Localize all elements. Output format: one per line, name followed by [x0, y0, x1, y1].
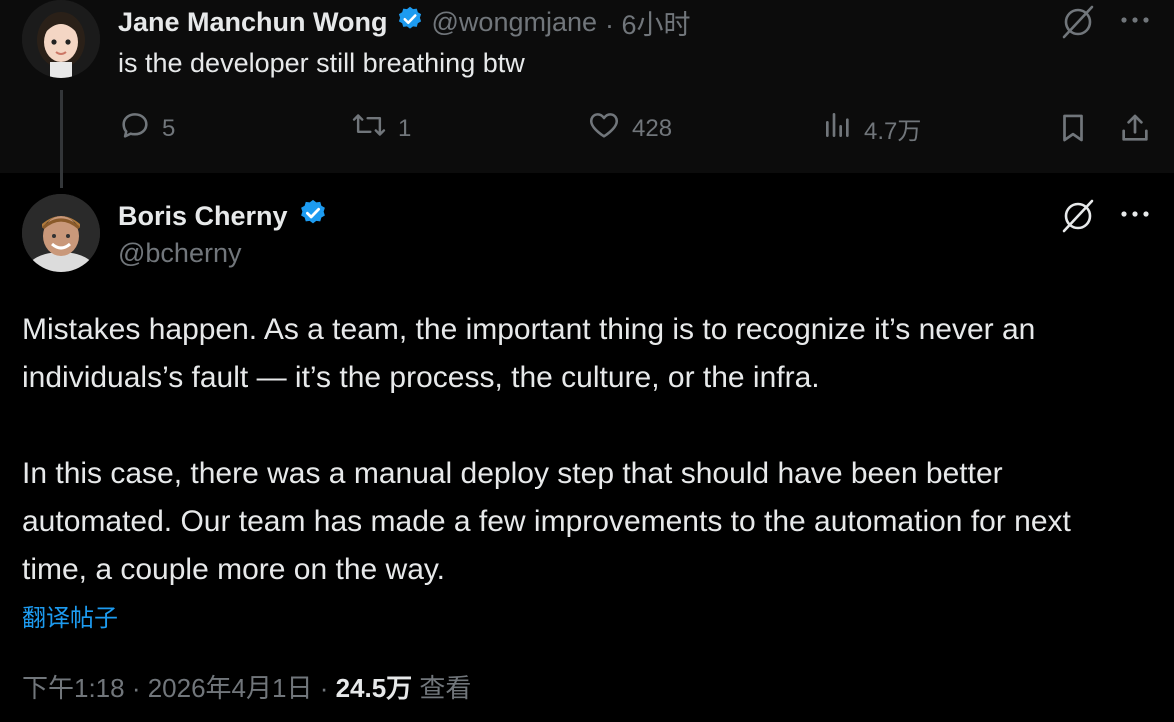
more-icon[interactable] [1118, 202, 1152, 231]
main-tweet-text: Mistakes happen. As a team, the importan… [22, 306, 1142, 594]
main-header: Boris Cherny [118, 198, 328, 235]
translate-post-link[interactable]: 翻译帖子 [22, 598, 118, 633]
parent-author-name[interactable]: Jane Manchun Wong [118, 7, 388, 38]
tweet-paragraph: Mistakes happen. As a team, the importan… [22, 313, 1036, 394]
like-button[interactable]: 428 [586, 108, 672, 149]
reply-icon [118, 108, 152, 149]
retweet-button[interactable]: 1 [350, 108, 411, 149]
views-count: 4.7万 [864, 118, 922, 145]
views-label: 查看 [412, 673, 472, 703]
parent-action-bar: 5 1 428 4.7万 [0, 108, 1174, 152]
bookmark-icon[interactable] [1056, 110, 1090, 151]
verified-badge-icon [298, 198, 328, 235]
grok-icon[interactable] [1058, 4, 1098, 45]
retweet-count: 1 [398, 114, 412, 142]
tweet-meta: 下午1:18 · 2026年4月1日 · 24.5万 查看 [22, 668, 471, 705]
avatar-jane[interactable] [22, 0, 100, 78]
parent-tweet-text: is the developer still breathing btw [118, 48, 525, 78]
more-icon[interactable] [1118, 8, 1152, 37]
share-icon[interactable] [1118, 110, 1152, 151]
tweet-paragraph: In this case, there was a manual deploy … [22, 457, 1071, 586]
avatar-boris[interactable] [22, 194, 100, 272]
tweet-timestamp[interactable]: 下午1:18 · 2026年4月1日 · [22, 673, 336, 703]
views-icon [822, 108, 854, 149]
main-author-name[interactable]: Boris Cherny [118, 201, 288, 232]
verified-badge-icon [396, 5, 424, 40]
parent-handle[interactable]: @wongmjane [432, 7, 598, 38]
main-handle[interactable]: @bcherny [118, 238, 241, 269]
reply-button[interactable]: 5 [118, 108, 175, 149]
parent-header: Jane Manchun Wong @wongmjane · 6小时 [118, 4, 691, 40]
retweet-icon [350, 108, 388, 149]
views-button[interactable]: 4.7万 [822, 108, 921, 149]
parent-time[interactable]: · 6小时 [605, 3, 691, 42]
like-count: 428 [632, 114, 673, 142]
reply-count: 5 [162, 114, 176, 142]
grok-icon[interactable] [1058, 198, 1098, 239]
main-views-count[interactable]: 24.5万 [336, 673, 413, 703]
like-icon [586, 108, 622, 149]
